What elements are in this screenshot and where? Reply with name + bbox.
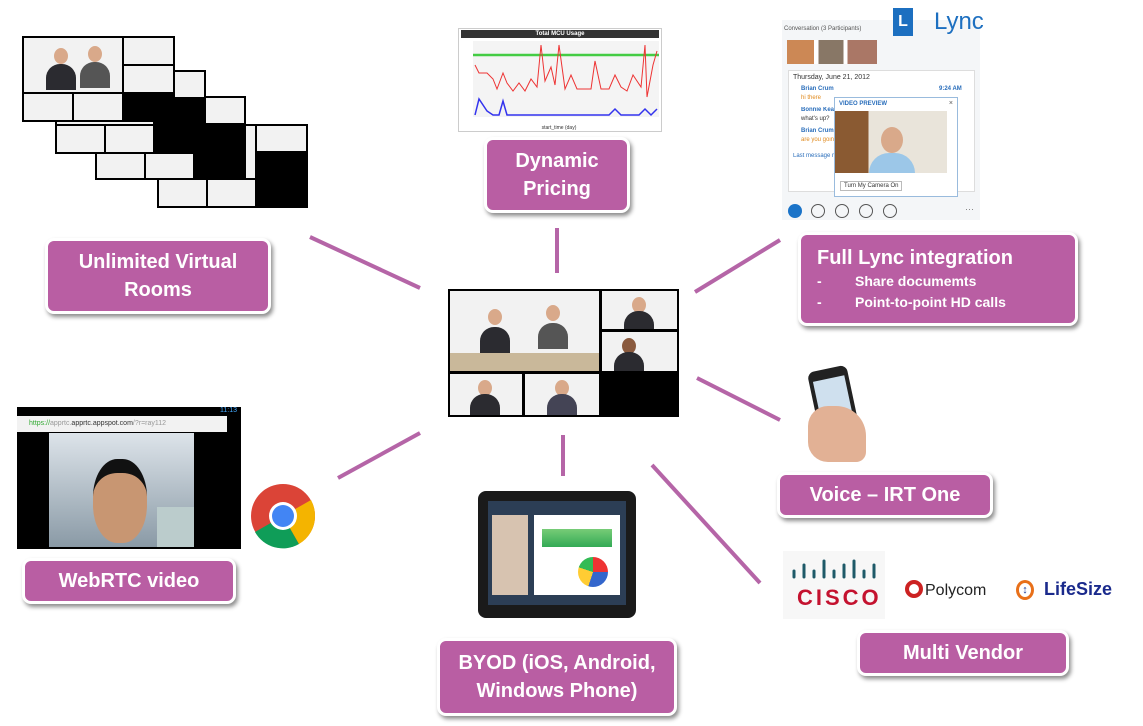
- phone-icon[interactable]: [811, 204, 825, 218]
- people-icon[interactable]: [883, 204, 897, 218]
- webrtc-tablet-screenshot: 11:13 https://apprtc.apprtc.appspot.com/…: [17, 407, 241, 549]
- polycom-logo-icon: [905, 580, 923, 598]
- label-full-lync-integration: Full Lync integration - Share documemts -…: [798, 232, 1078, 326]
- chat-time: 9:24 AM: [939, 86, 962, 92]
- chat-icon[interactable]: [788, 204, 802, 218]
- label-byod: BYOD (iOS, Android, Windows Phone): [437, 638, 677, 716]
- label-voice-irt-one: Voice – IRT One: [777, 472, 993, 518]
- video-tile: [602, 332, 677, 371]
- more-icon[interactable]: ···: [965, 204, 974, 214]
- participant-avatars: [787, 40, 877, 64]
- chart-title: Total MCU Usage: [461, 30, 659, 38]
- lync-logo-text: Lync: [934, 8, 984, 35]
- self-video: [157, 507, 194, 547]
- lync-logo-icon: L: [893, 8, 913, 36]
- label-multi-vendor: Multi Vendor: [857, 630, 1069, 676]
- chart-xlabel: start_time (day): [542, 125, 577, 131]
- bullet: -: [817, 294, 822, 310]
- chat-message: hi there: [801, 95, 822, 101]
- label-dynamic-pricing: Dynamic Pricing: [484, 137, 630, 213]
- present-icon[interactable]: [859, 204, 873, 218]
- connector-line: [337, 431, 421, 480]
- lync-feature: Point-to-point HD calls: [855, 294, 1006, 310]
- cisco-logo: CISCO: [783, 551, 885, 619]
- connector-line: [650, 463, 762, 585]
- close-icon[interactable]: ×: [949, 100, 953, 107]
- video-tile: [450, 291, 599, 371]
- status-time: 11:13: [220, 407, 237, 414]
- lync-window: Conversation (3 Participants) Thursday, …: [782, 20, 980, 220]
- ipad-image: [478, 491, 636, 618]
- iphone-in-hand-image: [806, 364, 876, 462]
- lifesize-logo-icon: ↕: [1016, 580, 1034, 600]
- label-webrtc-video: WebRTC video: [22, 558, 236, 604]
- connector-line: [696, 376, 781, 422]
- turn-camera-on-button[interactable]: Turn My Camera On: [840, 181, 903, 191]
- center-video-grid: [448, 289, 679, 417]
- connector-line: [693, 238, 782, 294]
- lync-conversation-title: Conversation (3 Participants): [784, 26, 862, 32]
- url-bar[interactable]: https://apprtc.apprtc.appspot.com/?r=ray…: [17, 416, 227, 432]
- video-icon[interactable]: [835, 204, 849, 218]
- video-tile: [525, 374, 599, 415]
- chat-message: what's up?: [801, 116, 830, 122]
- video-tile: [450, 374, 522, 415]
- chat-date: Thursday, June 21, 2012: [793, 74, 870, 81]
- bullet: -: [817, 273, 822, 289]
- polycom-logo-text: Polycom: [925, 582, 987, 599]
- chat-sender: Brian Crum: [801, 86, 834, 92]
- connector-line: [309, 235, 421, 290]
- chrome-logo-icon: [251, 484, 316, 549]
- video-tile: [602, 291, 677, 329]
- cisco-logo-text: CISCO: [797, 585, 882, 610]
- remote-video: [49, 433, 194, 547]
- lifesize-logo-text: LifeSize: [1044, 579, 1113, 599]
- mcu-usage-chart: Total MCU Usage start_time (day): [458, 28, 662, 132]
- video-preview-title: VIDEO PREVIEW: [839, 101, 888, 107]
- label-unlimited-virtual-rooms: Unlimited Virtual Rooms: [45, 238, 271, 314]
- video-preview-popup: VIDEO PREVIEW × Turn My Camera On: [834, 97, 958, 197]
- lync-label-title: Full Lync integration: [817, 247, 1013, 269]
- lync-feature: Share documemts: [855, 273, 977, 289]
- chat-sender: Brian Crum: [801, 128, 834, 134]
